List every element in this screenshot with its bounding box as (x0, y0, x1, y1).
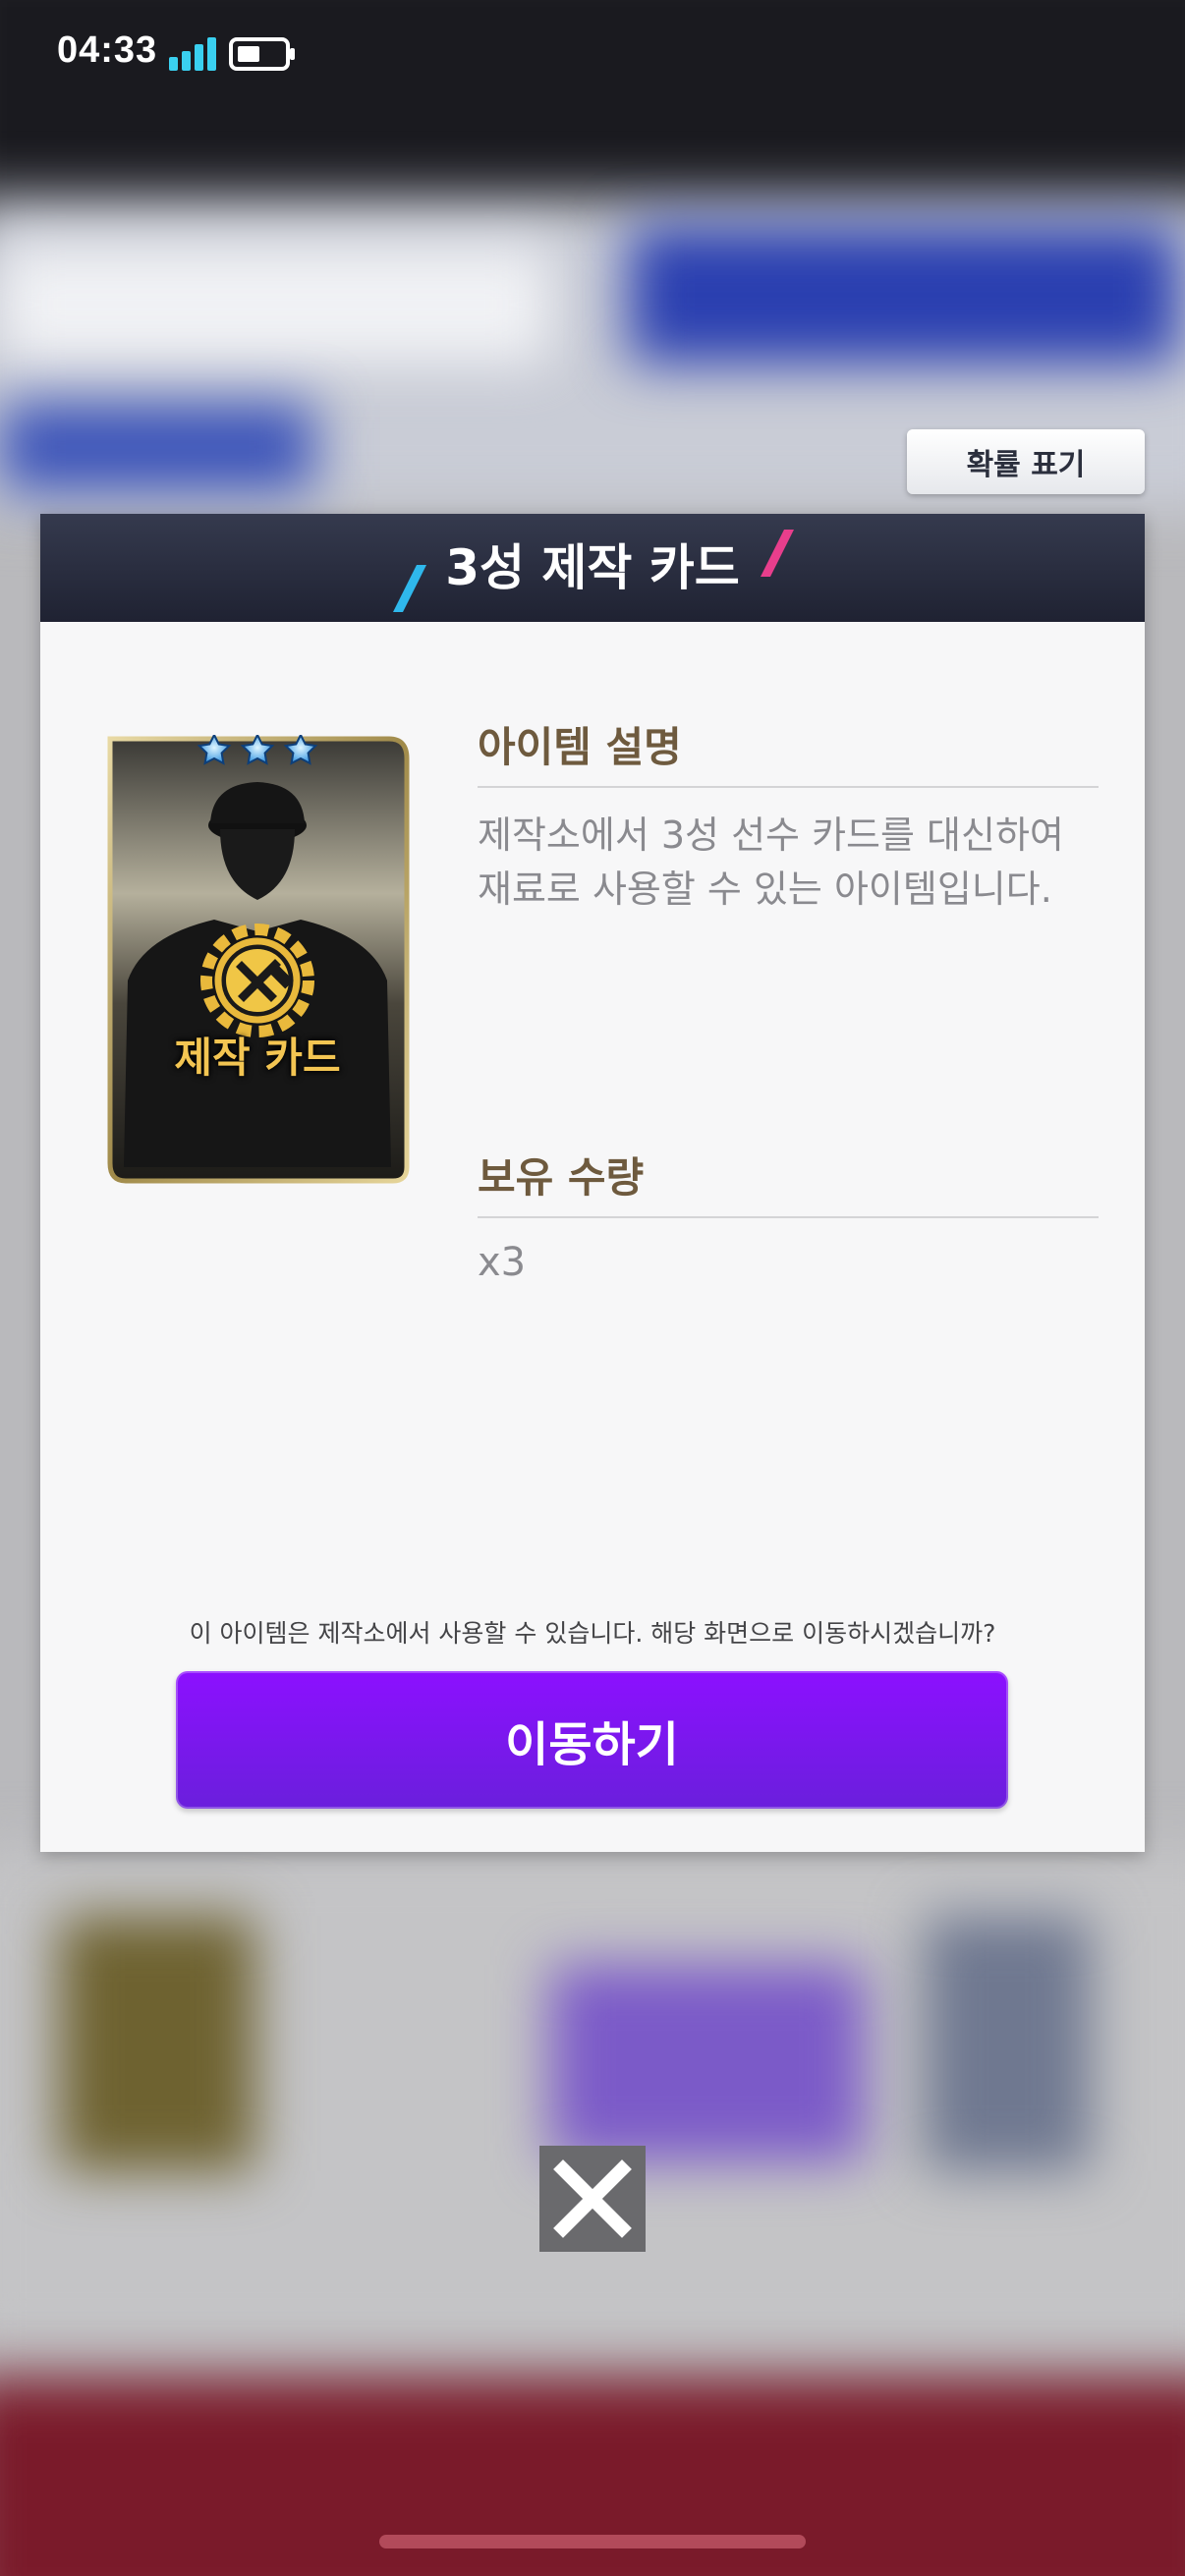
modal-header: 3성 제작 카드 (40, 514, 1145, 622)
move-button[interactable]: 이동하기 (176, 1671, 1008, 1809)
crafting-card-image (107, 735, 410, 1184)
quantity-value: x3 (478, 1240, 527, 1285)
modal-title: 3성 제작 카드 (445, 539, 740, 596)
close-button[interactable] (539, 2146, 646, 2252)
pink-slash-decoration (761, 530, 794, 577)
description-divider (478, 786, 1099, 788)
quantity-heading: 보유 수량 (478, 1153, 645, 1202)
probability-button[interactable]: 확률 표기 (907, 429, 1145, 494)
close-icon (553, 2159, 632, 2238)
item-detail-modal: 3성 제작 카드 제작 카드 아이템 설명 제작소에서 3성 선수 카드를 대신… (40, 514, 1145, 1852)
item-description: 제작소에서 3성 선수 카드를 대신하여 재료로 사용할 수 있는 아이템입니다… (478, 809, 1106, 917)
description-line-1: 제작소에서 3성 선수 카드를 대신하여 (478, 813, 1064, 857)
description-heading: 아이템 설명 (478, 723, 682, 771)
status-bar: 04:33 (0, 0, 1185, 108)
status-time: 04:33 (57, 29, 158, 71)
navigation-notice: 이 아이템은 제작소에서 사용할 수 있습니다. 해당 화면으로 이동하시겠습니… (189, 1619, 996, 1648)
signal-bars-icon (169, 37, 216, 71)
home-indicator[interactable] (379, 2535, 806, 2548)
battery-icon (229, 37, 295, 71)
description-line-2: 재료로 사용할 수 있는 아이템입니다. (478, 868, 1052, 911)
card-label: 제작 카드 (174, 1034, 341, 1082)
quantity-divider (478, 1216, 1099, 1218)
